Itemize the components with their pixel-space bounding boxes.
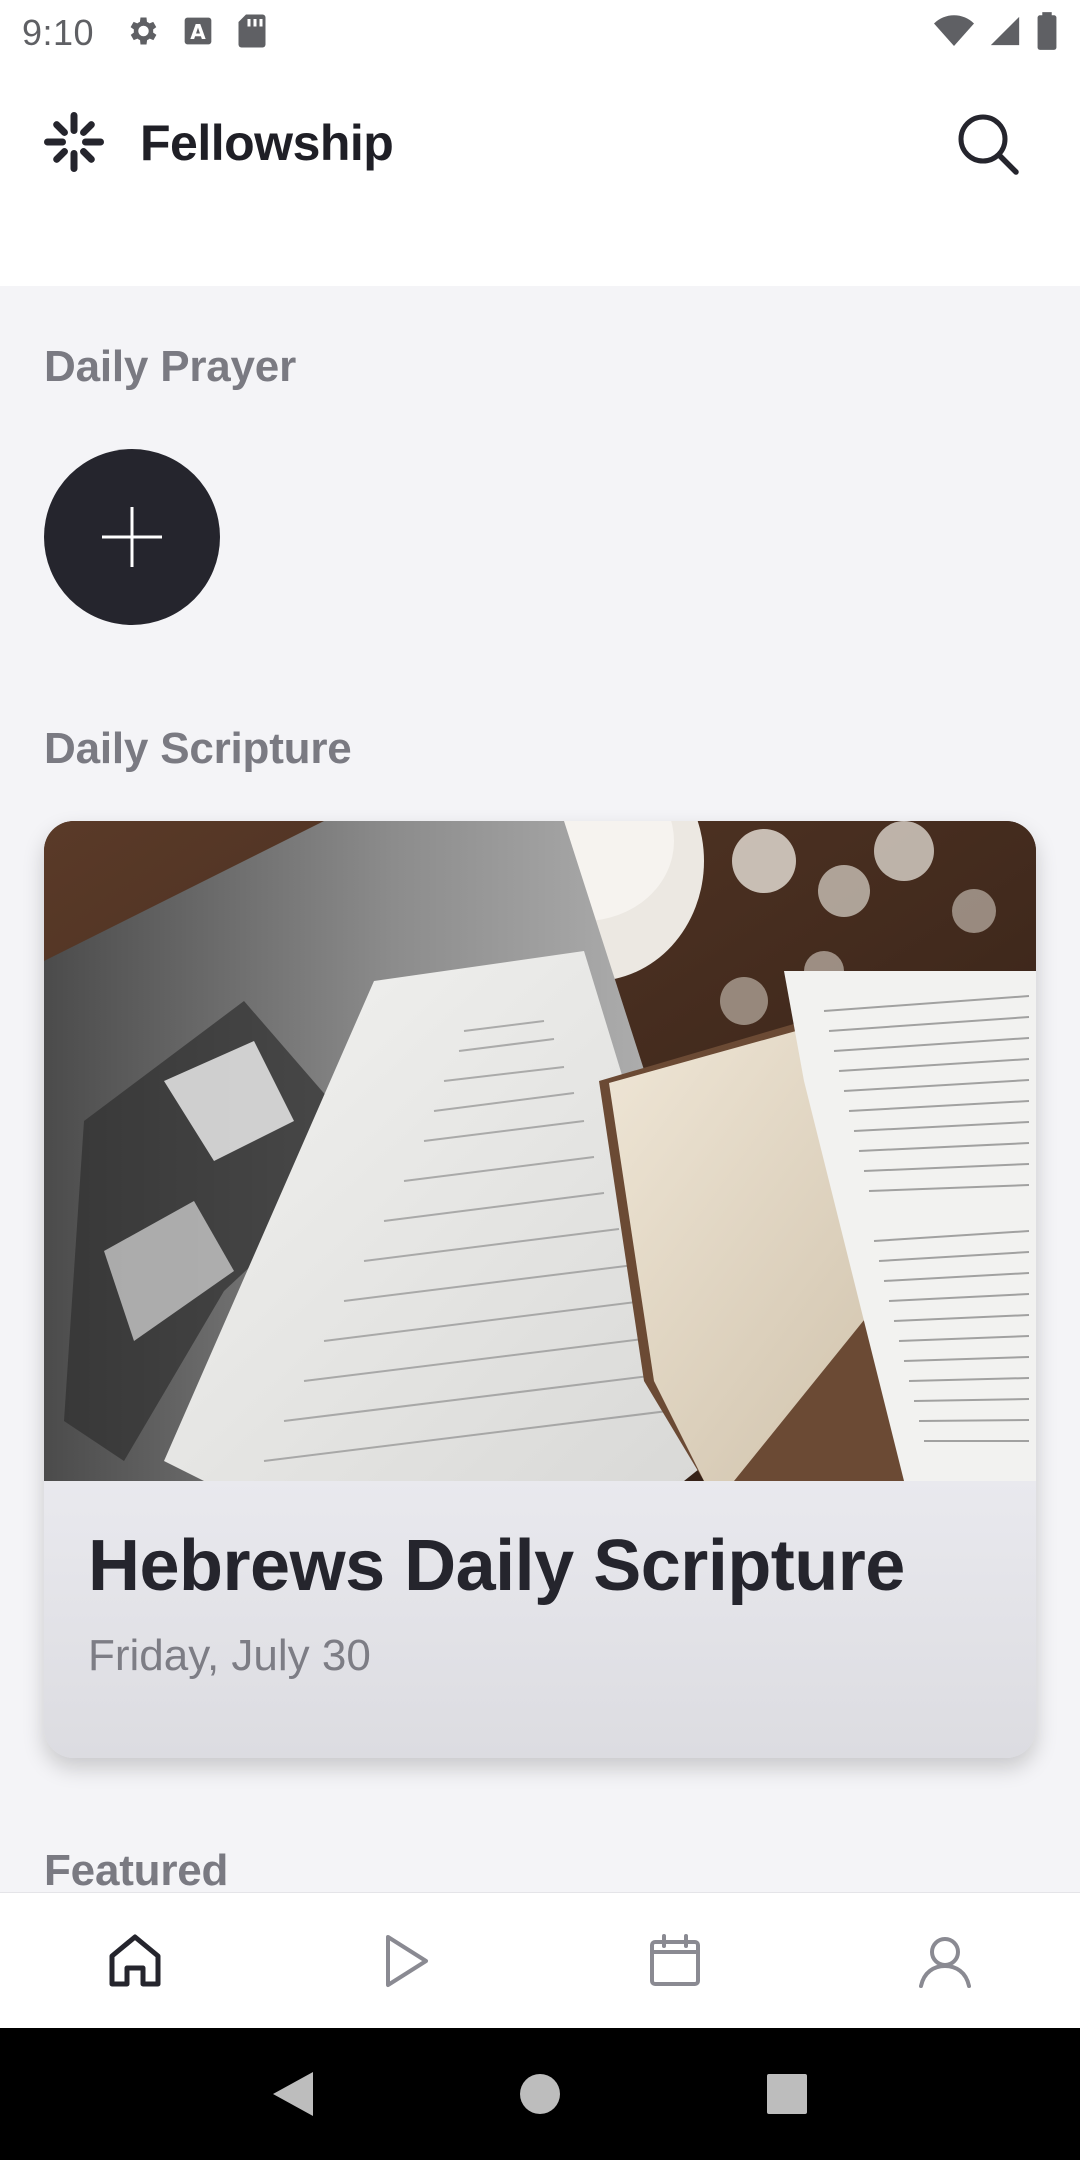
open-bible-photo [44, 821, 1036, 1481]
plus-icon [102, 507, 162, 567]
add-prayer-button[interactable] [44, 449, 220, 625]
search-button[interactable] [950, 106, 1026, 182]
status-bar: 9:10 A [0, 0, 1080, 66]
nav-profile[interactable] [810, 1893, 1080, 2028]
recents-button[interactable] [747, 2054, 827, 2134]
recents-icon [766, 2074, 807, 2114]
main-content[interactable]: Daily Prayer Daily Scripture Hebrews Dai… [0, 286, 1080, 1892]
status-left-icons: A [124, 13, 268, 54]
status-time: 9:10 [22, 12, 95, 53]
home-icon [109, 1934, 161, 1986]
profile-icon [919, 1936, 971, 1988]
system-nav [0, 2028, 1080, 2160]
home-system-button[interactable] [500, 2054, 580, 2134]
search-icon [958, 114, 1019, 175]
a-icon: A [182, 15, 214, 52]
battery-icon [1036, 11, 1058, 55]
scripture-card[interactable]: Hebrews Daily Scripture Friday, July 30 [44, 821, 1036, 1758]
back-button[interactable] [253, 2054, 333, 2134]
card-date: Friday, July 30 [88, 1631, 371, 1680]
svg-text:A: A [190, 20, 206, 44]
gear-icon [124, 13, 160, 54]
nav-events[interactable] [540, 1893, 810, 2028]
app-header [0, 66, 1080, 286]
play-icon [386, 1934, 428, 1987]
home-circle-icon [519, 2074, 560, 2114]
status-right-icons [934, 11, 1058, 55]
nav-home[interactable] [0, 1893, 270, 2028]
fellowship-logo-icon [42, 110, 106, 174]
featured-title: Featured [44, 1846, 229, 1892]
card-title: Hebrews Daily Scripture [88, 1526, 905, 1606]
daily-prayer-title: Daily Prayer [44, 342, 296, 391]
card-body: Hebrews Daily Scripture Friday, July 30 [44, 1481, 1036, 1758]
daily-scripture-title: Daily Scripture [44, 724, 352, 773]
bottom-nav [0, 1892, 1080, 2028]
signal-icon [988, 14, 1022, 53]
wifi-icon [934, 14, 974, 53]
sd-card-icon [236, 13, 268, 54]
calendar-icon [650, 1933, 700, 1986]
back-icon [273, 2072, 314, 2116]
nav-watch[interactable] [270, 1893, 540, 2028]
brand-name: Fellowship [140, 115, 394, 171]
